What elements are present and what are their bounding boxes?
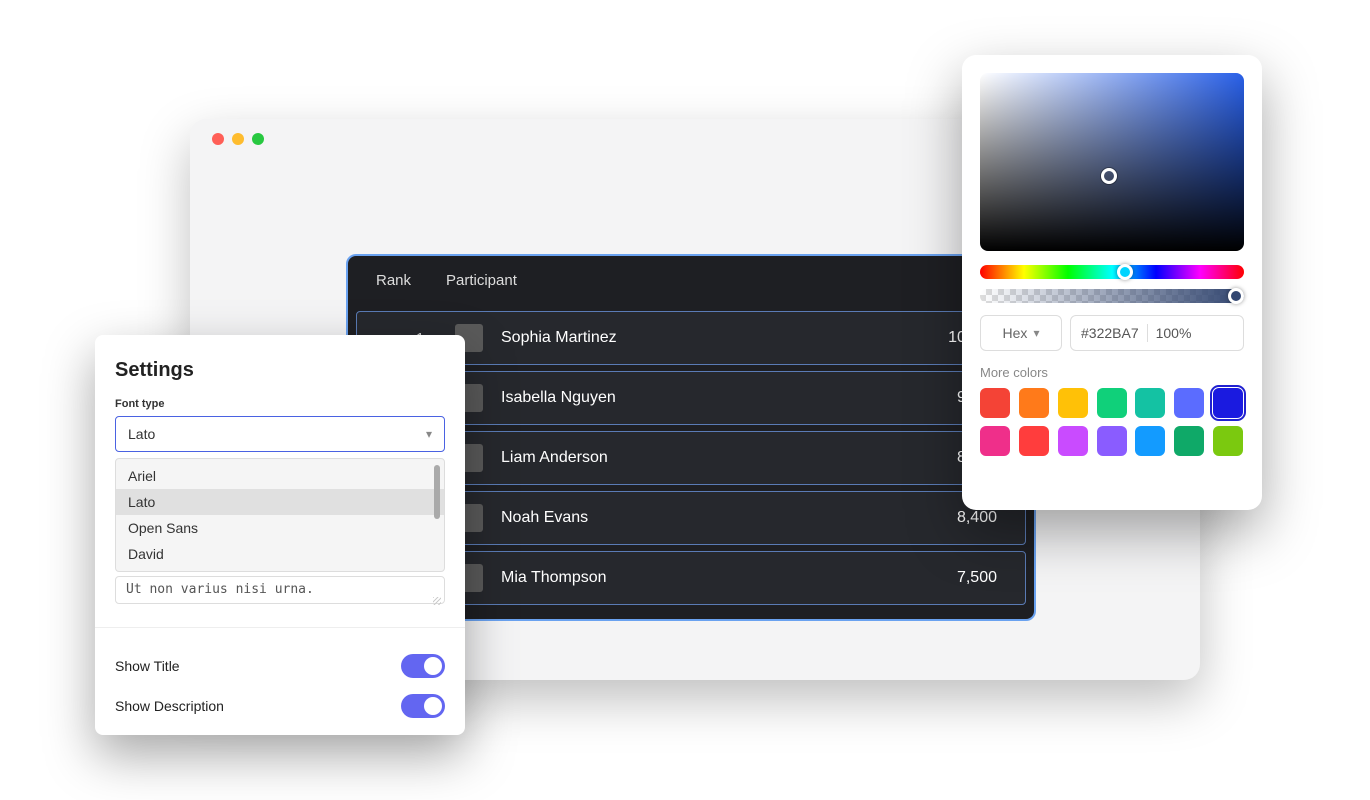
font-option[interactable]: Open Sans (116, 515, 444, 541)
font-option[interactable]: David (116, 541, 444, 567)
hue-handle[interactable] (1117, 264, 1133, 280)
more-colors-label: More colors (980, 365, 1244, 380)
hex-input-group[interactable]: #322BA7 100% (1070, 315, 1244, 351)
show-title-label: Show Title (115, 658, 180, 674)
color-swatch[interactable] (1097, 388, 1127, 418)
color-swatch[interactable] (1135, 388, 1165, 418)
sv-indicator[interactable] (1101, 168, 1117, 184)
cell-name: Mia Thompson (501, 569, 917, 587)
color-swatch[interactable] (1097, 426, 1127, 456)
minimize-dot-icon[interactable] (232, 133, 244, 145)
color-format-value: Hex (1003, 325, 1028, 341)
font-option[interactable]: Lato (116, 489, 444, 515)
hex-value[interactable]: #322BA7 (1081, 325, 1139, 341)
color-swatch[interactable] (1135, 426, 1165, 456)
color-swatch[interactable] (1213, 426, 1243, 456)
dropdown-scrollbar[interactable] (434, 465, 440, 519)
chevron-down-icon: ▾ (1033, 326, 1039, 340)
font-type-label: Font type (115, 398, 445, 410)
description-textarea[interactable] (115, 576, 445, 604)
cell-name: Isabella Nguyen (501, 389, 917, 407)
color-swatch[interactable] (980, 426, 1010, 456)
color-swatch[interactable] (1019, 426, 1049, 456)
divider (95, 627, 465, 628)
font-option[interactable]: Ariel (116, 463, 444, 489)
saturation-value-area[interactable] (980, 73, 1244, 251)
color-format-select[interactable]: Hex ▾ (980, 315, 1062, 351)
color-swatch[interactable] (1213, 388, 1243, 418)
swatch-grid (980, 388, 1244, 456)
font-select-value: Lato (128, 426, 155, 442)
show-description-toggle[interactable] (401, 694, 445, 718)
maximize-dot-icon[interactable] (252, 133, 264, 145)
show-title-toggle[interactable] (401, 654, 445, 678)
color-picker-panel: Hex ▾ #322BA7 100% More colors (962, 55, 1262, 510)
font-type-dropdown[interactable]: Ariel Lato Open Sans David (115, 458, 445, 572)
alpha-handle[interactable] (1228, 288, 1244, 304)
color-swatch[interactable] (1058, 388, 1088, 418)
color-swatch[interactable] (1019, 388, 1049, 418)
cell-name: Noah Evans (501, 509, 917, 527)
chevron-down-icon: ▾ (426, 427, 432, 441)
divider (1147, 324, 1148, 342)
hue-slider[interactable] (980, 265, 1244, 279)
settings-title: Settings (115, 359, 445, 382)
alpha-value[interactable]: 100% (1156, 325, 1192, 341)
col-header-rank: Rank (376, 272, 446, 289)
color-swatch[interactable] (980, 388, 1010, 418)
settings-panel: Settings Font type Lato ▾ Ariel Lato Ope… (95, 335, 465, 735)
col-header-participant: Participant (446, 272, 926, 289)
color-swatch[interactable] (1174, 426, 1204, 456)
cell-score: 8,400 (917, 509, 997, 527)
show-description-label: Show Description (115, 698, 224, 714)
cell-name: Sophia Martinez (501, 329, 917, 347)
font-type-select[interactable]: Lato ▾ (115, 416, 445, 452)
table-header-row: Rank Participant Score (348, 256, 1034, 305)
alpha-slider[interactable] (980, 289, 1244, 303)
cell-score: 7,500 (917, 569, 997, 587)
cell-name: Liam Anderson (501, 449, 917, 467)
close-dot-icon[interactable] (212, 133, 224, 145)
color-swatch[interactable] (1174, 388, 1204, 418)
color-swatch[interactable] (1058, 426, 1088, 456)
